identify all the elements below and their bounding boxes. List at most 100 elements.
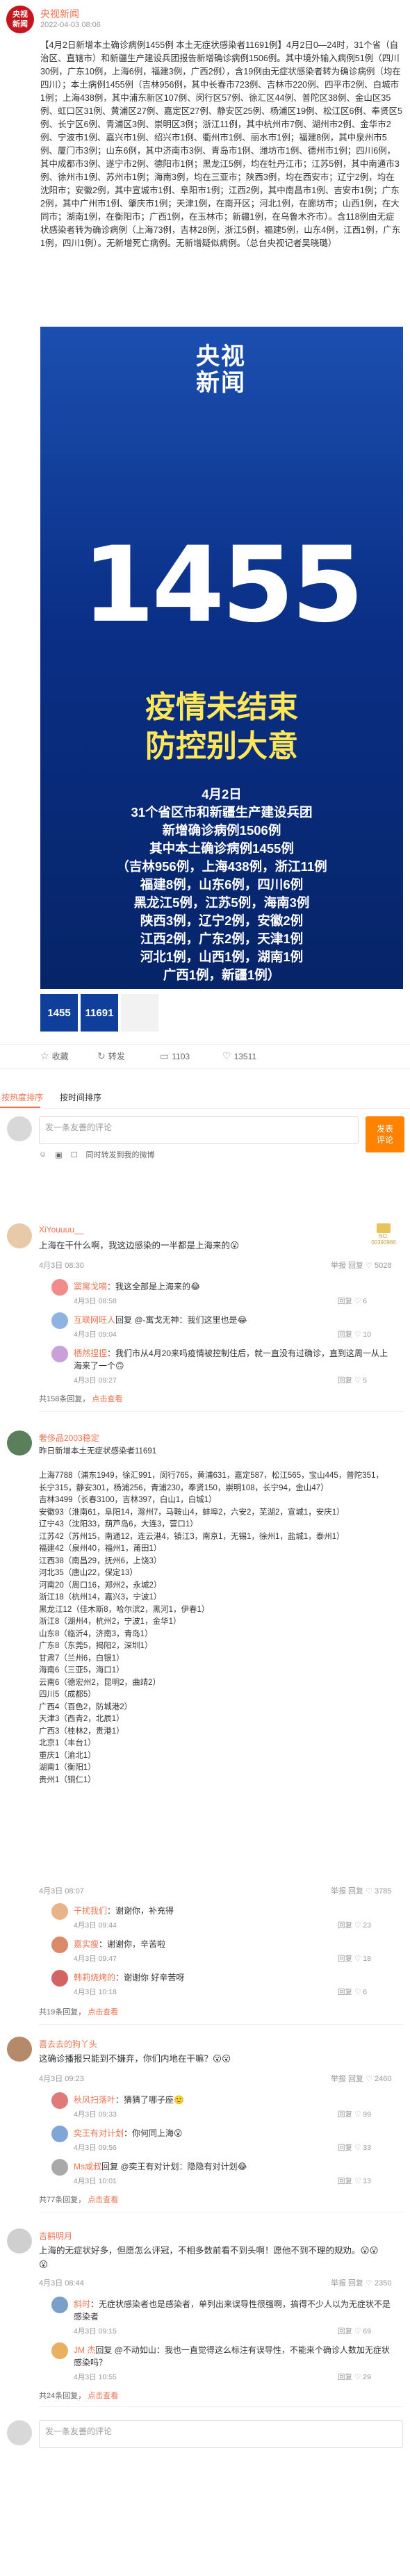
comment-time: 4月3日 08:44 bbox=[39, 2279, 84, 2288]
post-image[interactable]: 央视 新闻 1455 疫情未结束 防控别大意 4月2日 31个省区市和新疆生产建… bbox=[40, 327, 403, 989]
bottom-comment-composer: 发一条友善的评论 bbox=[0, 2415, 410, 2456]
comment-meta: 4月3日 08:07 举报 回复 ♡ 3785 bbox=[39, 1885, 392, 1896]
reply-meta: 4月3日 10:55 回复 ♡ 29 bbox=[74, 2372, 371, 2382]
avatar[interactable] bbox=[51, 1279, 68, 1296]
reply-actions[interactable]: 回复 ♡ 10 bbox=[338, 1329, 371, 1339]
reply-actions[interactable]: 回复 ♡ 33 bbox=[338, 2142, 371, 2153]
send-comment-button[interactable]: 发表 评论 bbox=[366, 1116, 404, 1152]
post-header: 央视 新闻 央视新闻 2022-04-03 08:06 bbox=[0, 0, 410, 39]
repost-button[interactable]: ↻ 转发 bbox=[97, 1050, 125, 1062]
favorite-label: 收藏 bbox=[51, 1052, 69, 1061]
reply-meta: 4月3日 09:56 回复 ♡ 33 bbox=[74, 2142, 371, 2153]
avatar[interactable] bbox=[51, 2126, 68, 2142]
comment-author[interactable]: XiYouuuu__ bbox=[39, 1225, 83, 1234]
avatar[interactable] bbox=[51, 1903, 68, 1920]
like-button[interactable]: ♡ 13511 bbox=[222, 1050, 256, 1062]
avatar[interactable] bbox=[51, 1346, 68, 1362]
comment-actions[interactable]: 举报 回复 ♡ 2460 bbox=[331, 2073, 392, 2084]
comment-author[interactable]: 吉鹤明月 bbox=[39, 2230, 72, 2242]
reply-actions[interactable]: 回复 ♡ 18 bbox=[338, 1953, 371, 1964]
medal-icon bbox=[377, 1223, 391, 1233]
reply-meta: 4月3日 09:47 回复 ♡ 18 bbox=[74, 1953, 371, 1964]
avatar[interactable] bbox=[51, 2342, 68, 2359]
comment-meta: 4月3日 08:44 举报 回复 ♡ 2350 bbox=[39, 2277, 392, 2288]
avatar[interactable] bbox=[7, 2037, 32, 2062]
bottom-comment-input[interactable]: 发一条友善的评论 bbox=[39, 2420, 403, 2448]
reply-text: 栖然捏捏：我们市从4月20来吗疫情被控制住后，就一直没有过确诊，直到这周一从上海… bbox=[74, 1348, 388, 1371]
repost-icon: ↻ bbox=[97, 1050, 106, 1061]
reply-actions[interactable]: 回复 ♡ 99 bbox=[338, 2109, 371, 2119]
like-count: 13511 bbox=[233, 1051, 257, 1061]
avatar[interactable] bbox=[7, 1223, 32, 1248]
reply-actions[interactable]: 回复 ♡ 69 bbox=[338, 2326, 371, 2336]
post-time[interactable]: 2022-04-03 08:06 bbox=[40, 21, 101, 29]
reply-meta: 4月3日 10:01 回复 ♡ 13 bbox=[74, 2176, 371, 2186]
post-action-bar: ☆ 收藏 ↻ 转发 ▭ 1103 ♡ 13511 bbox=[0, 1044, 410, 1069]
reply-text: 互联网旺人回复 @-寓戈无神：我们这里也是😂 bbox=[74, 1315, 247, 1325]
comment-actions[interactable]: 举报 回复 ♡ 2350 bbox=[331, 2277, 392, 2288]
author-name[interactable]: 央视新闻 bbox=[40, 7, 79, 21]
reply-actions[interactable]: 回复 ♡ 6 bbox=[338, 1987, 367, 1997]
reply-text: JM 杰回复 @不动如山：我也一直觉得这么标注有误导性，不能来个确诊人数加无症状… bbox=[74, 2345, 390, 2367]
avatar[interactable] bbox=[51, 2159, 68, 2176]
comment-meta: 4月3日 08:30 举报 回复 ♡ 5028 bbox=[39, 1260, 392, 1271]
more-replies-link[interactable]: 共77条回复， 点击查看 bbox=[39, 2194, 118, 2205]
post-body-text: 【4月2日新增本土确诊病例1455例 本土无症状感染者11691例】4月2日0—… bbox=[40, 40, 402, 248]
reply-meta: 4月3日 09:27 回复 ♡ 5 bbox=[74, 1375, 368, 1385]
comment-actions[interactable]: 举报 回复 ♡ 5028 bbox=[331, 1260, 392, 1271]
reply-meta: 4月3日 08:58 回复 ♡ 6 bbox=[74, 1296, 368, 1306]
comment-author[interactable]: 喜去去的狗丫头 bbox=[39, 2038, 97, 2050]
reply-actions[interactable]: 回复 ♡ 13 bbox=[338, 2176, 371, 2186]
comment-text: 昨日新增本土无症状感染者11691 上海7788（浦东1949，徐汇991，闵行… bbox=[39, 1447, 384, 1784]
reply-actions[interactable]: 回复 ♡ 5 bbox=[338, 1375, 367, 1385]
comment-time: 4月3日 09:23 bbox=[39, 2075, 84, 2083]
author-avatar[interactable]: 央视 新闻 bbox=[6, 6, 34, 33]
cctv-news-logo: 央视 新闻 bbox=[196, 343, 246, 396]
comment-time: 4月3日 08:30 bbox=[39, 1262, 84, 1270]
comment-actions[interactable]: 举报 回复 ♡ 3785 bbox=[331, 1885, 392, 1896]
star-icon: ☆ bbox=[40, 1050, 49, 1061]
reply-meta: 4月3日 09:44 回复 ♡ 23 bbox=[74, 1920, 371, 1930]
thumbnail[interactable]: 1455 bbox=[40, 994, 78, 1032]
comment-text: 上海的无症状好多，但愿怎么评冠，不相多数前看不到头啊！愿他不到不理的规劝。😮😮😮 bbox=[39, 2246, 379, 2269]
repost-label: 转发 bbox=[108, 1052, 125, 1061]
tab-sort-by-hot[interactable]: 按热度排序 bbox=[1, 1091, 43, 1103]
avatar[interactable] bbox=[7, 2228, 32, 2253]
favorite-button[interactable]: ☆ 收藏 bbox=[40, 1050, 69, 1062]
avatar[interactable] bbox=[51, 2092, 68, 2109]
weibo-post-page: 央视 新闻 央视新闻 2022-04-03 08:06 【4月2日新增本土确诊病… bbox=[0, 0, 410, 2576]
avatar[interactable] bbox=[51, 1970, 68, 1987]
tab-sort-by-time[interactable]: 按时间排序 bbox=[60, 1091, 101, 1103]
avatar[interactable] bbox=[7, 1430, 32, 1456]
comment-input[interactable]: 发一条友善的评论 bbox=[39, 1116, 359, 1144]
reply-actions[interactable]: 回复 ♡ 29 bbox=[338, 2372, 371, 2382]
current-user-avatar bbox=[7, 1116, 32, 1141]
reply-text: 奕王有对计划：你何同上海😮 bbox=[74, 2128, 183, 2138]
emoji-icon[interactable]: ☺ bbox=[39, 1150, 47, 1159]
active-tab-indicator bbox=[0, 1107, 40, 1108]
thumbnail[interactable]: 11691 bbox=[81, 994, 118, 1032]
thumbnail[interactable] bbox=[121, 994, 158, 1032]
avatar[interactable] bbox=[51, 1937, 68, 1953]
reply-text: 秋风扫落叶：猜猜了哪子座🙂 bbox=[74, 2095, 184, 2105]
image-icon[interactable]: ▣ bbox=[55, 1150, 62, 1159]
divider bbox=[39, 1411, 403, 1412]
repost-checkbox[interactable]: ☐ bbox=[71, 1150, 78, 1159]
comment-author[interactable]: 奢侈品2003稳定 bbox=[39, 1432, 99, 1444]
reply-text: 嘉实瘦：谢谢你，辛苦啦 bbox=[74, 1939, 166, 1949]
poster-detail: 4月2日 31个省区市和新疆生产建设兵团 新增确诊病例1506例 其中本土确诊病… bbox=[116, 787, 327, 982]
avatar[interactable] bbox=[51, 1312, 68, 1329]
reply-text: 斜时：无症状感染者也是感染者，单列出来误导性很强啊，搞得不少人以为无症状不是感染… bbox=[74, 2299, 391, 2322]
divider bbox=[39, 2406, 403, 2407]
avatar[interactable] bbox=[51, 2297, 68, 2313]
comment-button[interactable]: ▭ 1103 bbox=[160, 1050, 190, 1062]
reply-meta: 4月3日 10:18 回复 ♡ 6 bbox=[74, 1987, 368, 1997]
reply-actions[interactable]: 回复 ♡ 6 bbox=[338, 1296, 367, 1306]
more-replies-link[interactable]: 共19条回复， 点击查看 bbox=[39, 2006, 118, 2017]
comment-time: 4月3日 08:07 bbox=[39, 1887, 84, 1896]
poster-big-number: 1455 bbox=[82, 525, 363, 646]
reply-actions[interactable]: 回复 ♡ 23 bbox=[338, 1920, 371, 1930]
comment-meta: 4月3日 09:23 举报 回复 ♡ 2460 bbox=[39, 2073, 392, 2084]
more-replies-link[interactable]: 共24条回复， 点击查看 bbox=[39, 2390, 118, 2401]
more-replies-link[interactable]: 共158条回复， 点击查看 bbox=[39, 1393, 122, 1404]
